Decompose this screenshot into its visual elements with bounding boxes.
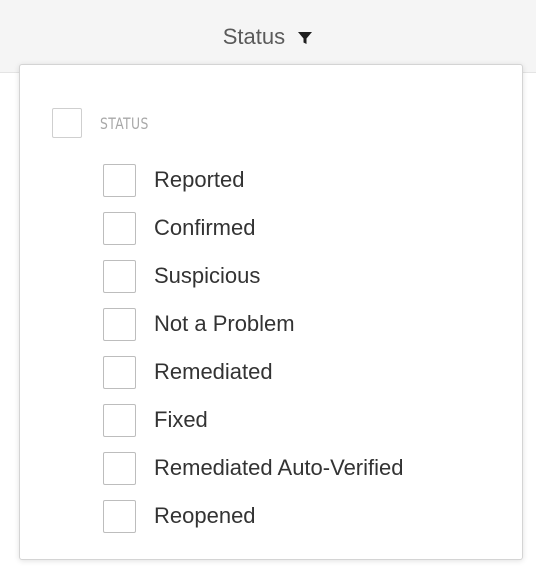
status-option-confirmed[interactable]: Confirmed: [103, 204, 404, 252]
status-option-not-a-problem[interactable]: Not a Problem: [103, 300, 404, 348]
status-group-label: STATUS: [100, 113, 149, 133]
status-option-suspicious[interactable]: Suspicious: [103, 252, 404, 300]
status-option-checkbox[interactable]: [103, 163, 136, 197]
status-column-header[interactable]: Status: [0, 20, 536, 53]
status-option-label: Remediated: [154, 359, 273, 384]
status-option-remediated-auto-verified[interactable]: Remediated Auto-Verified: [103, 444, 404, 492]
filter-icon[interactable]: [297, 30, 313, 46]
status-option-label: Fixed: [154, 407, 208, 432]
status-option-label: Reported: [154, 167, 245, 192]
status-option-label: Not a Problem: [154, 311, 295, 336]
status-option-checkbox[interactable]: [103, 355, 136, 389]
status-option-reopened[interactable]: Reopened: [103, 492, 404, 540]
status-option-remediated[interactable]: Remediated: [103, 348, 404, 396]
status-option-checkbox[interactable]: [103, 307, 136, 341]
status-option-fixed[interactable]: Fixed: [103, 396, 404, 444]
status-option-label: Remediated Auto-Verified: [154, 455, 404, 480]
status-option-checkbox[interactable]: [103, 451, 136, 485]
status-filter-popover: STATUS Reported Confirmed Suspicious Not…: [19, 64, 523, 560]
status-option-reported[interactable]: Reported: [103, 156, 404, 204]
status-options-list: Reported Confirmed Suspicious Not a Prob…: [103, 156, 404, 540]
status-option-label: Confirmed: [154, 215, 256, 240]
status-option-label: Suspicious: [154, 263, 261, 288]
status-option-checkbox[interactable]: [103, 403, 136, 437]
status-column-title: Status: [222, 24, 286, 50]
status-group-row[interactable]: STATUS: [52, 107, 157, 139]
status-option-checkbox[interactable]: [103, 259, 136, 293]
status-option-checkbox[interactable]: [103, 499, 136, 533]
status-group-checkbox[interactable]: [52, 108, 82, 138]
status-option-checkbox[interactable]: [103, 211, 136, 245]
status-option-label: Reopened: [154, 503, 256, 528]
